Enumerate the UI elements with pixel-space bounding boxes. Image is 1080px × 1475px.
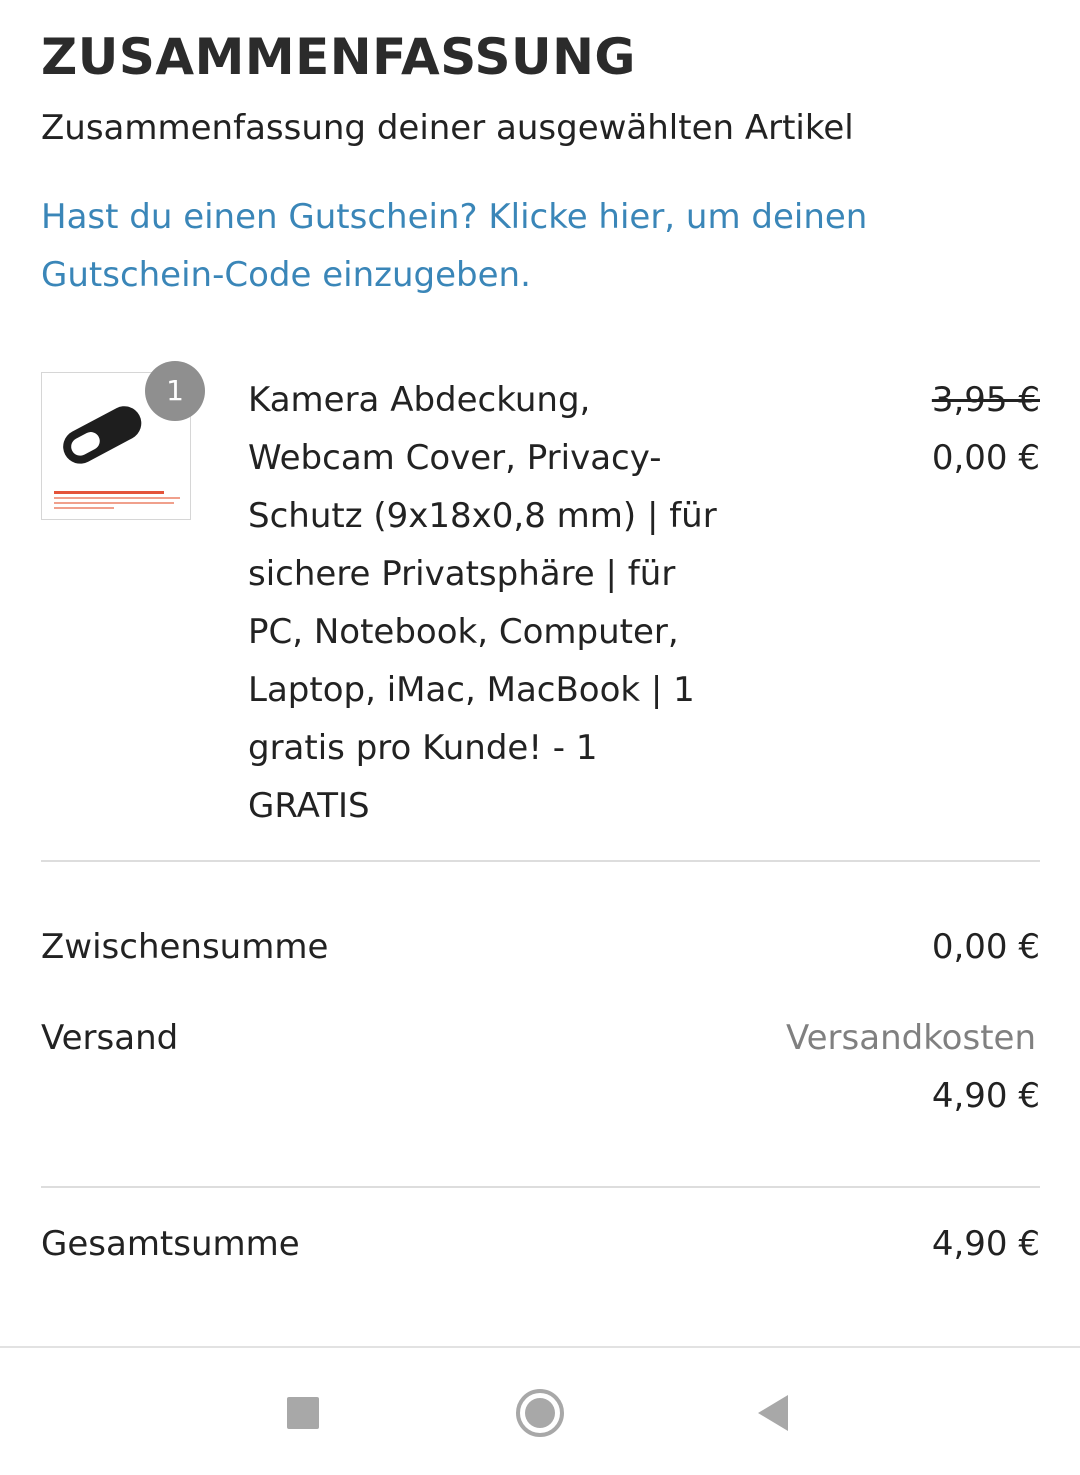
shipping-value: 4,90 €	[931, 1076, 1040, 1116]
coupon-code-link[interactable]: Hast du einen Gutschein? Klicke hier, um…	[41, 188, 1041, 304]
subtotal-label: Zwischensumme	[41, 927, 329, 967]
android-navigation-bar	[0, 1346, 1080, 1475]
page-subtitle: Zusammenfassung deiner ausgewählten Arti…	[41, 108, 854, 148]
triangle-back-icon	[758, 1394, 788, 1431]
total-label: Gesamtsumme	[41, 1224, 300, 1264]
square-icon	[287, 1396, 319, 1429]
back-button[interactable]	[724, 1348, 824, 1475]
product-name: Kamera Abdeckung, Webcam Cover, Privacy-…	[248, 380, 717, 826]
quantity-badge: 1	[145, 361, 205, 421]
page-title: ZUSAMMENFASSUNG	[41, 28, 636, 86]
home-button[interactable]	[490, 1348, 590, 1475]
original-price: 3,95 €	[931, 380, 1040, 420]
divider	[41, 1186, 1040, 1188]
shipping-label: Versand	[41, 1018, 179, 1058]
item-price: 0,00 €	[931, 438, 1040, 478]
subtotal-value: 0,00 €	[931, 927, 1040, 967]
total-value: 4,90 €	[931, 1224, 1040, 1264]
circle-home-icon	[516, 1388, 564, 1437]
divider	[41, 860, 1040, 862]
checkout-summary-page: ZUSAMMENFASSUNG Zusammenfassung deiner a…	[0, 0, 1080, 1475]
shipping-note: Versandkosten	[786, 1018, 1036, 1058]
recents-button[interactable]	[253, 1348, 353, 1475]
